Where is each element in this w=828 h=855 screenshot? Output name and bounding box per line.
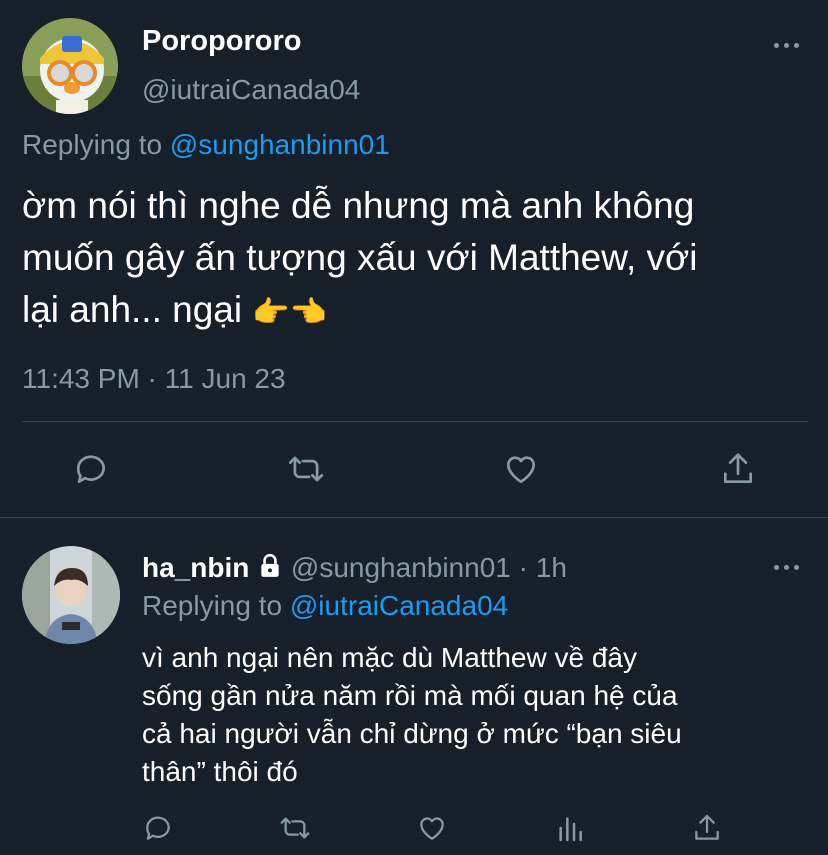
tweet-text-line: ờm nói thì nghe dễ nhưng mà anh không <box>22 185 695 226</box>
reply-replying-to-line: Replying to @iutraiCanada04 <box>142 589 508 623</box>
replying-to-label: Replying to <box>22 129 163 160</box>
tweet-text-line: muốn gây ấn tượng xấu với Matthew, với <box>22 237 698 278</box>
replying-to-line: Replying to @sunghanbinn01 <box>22 128 390 162</box>
pointing-fingers-emoji: 👉👈 <box>252 296 328 329</box>
tweet-timestamp[interactable]: 11:43 PM · 11 Jun 23 <box>22 362 286 396</box>
reply-text-line: sống gần nửa năm rồi mà mối quan hệ của <box>142 680 678 711</box>
reply-text-line: cả hai người vẫn chỉ dừng ở mức “bạn siê… <box>142 718 682 749</box>
retweet-icon[interactable] <box>278 812 312 844</box>
author-handle[interactable]: @iutraiCanada04 <box>142 73 360 107</box>
reply-icon[interactable] <box>72 450 110 488</box>
tweet-text: ờm nói thì nghe dễ nhưng mà anh không mu… <box>22 180 822 339</box>
reply-text-line: thân” thôi đó <box>142 756 298 787</box>
like-icon[interactable] <box>415 812 449 844</box>
lock-icon <box>257 553 283 579</box>
reply-time[interactable]: · 1h <box>519 552 567 583</box>
share-icon[interactable] <box>718 450 758 488</box>
reply-text: vì anh ngại nên mặc dù Matthew về đây số… <box>142 639 822 791</box>
divider <box>22 421 808 422</box>
reply-author-avatar[interactable] <box>22 546 120 644</box>
replying-to-handle[interactable]: @iutraiCanada04 <box>290 590 508 621</box>
tweet-text-line-content: lại anh... ngại <box>22 289 243 330</box>
more-icon[interactable] <box>774 565 799 570</box>
analytics-icon[interactable] <box>553 812 587 844</box>
reply-author-name[interactable]: ha_nbin <box>142 552 249 583</box>
author-name[interactable]: Poropororo <box>142 24 302 58</box>
reply-author-handle[interactable]: @sunghanbinn01 <box>291 552 511 583</box>
divider <box>0 517 828 518</box>
share-icon[interactable] <box>690 812 724 844</box>
author-avatar[interactable] <box>22 18 118 114</box>
reply-text-line: vì anh ngại nên mặc dù Matthew về đây <box>142 642 637 673</box>
retweet-icon[interactable] <box>286 450 326 488</box>
reply-icon[interactable] <box>142 812 174 844</box>
replying-to-handle[interactable]: @sunghanbinn01 <box>170 129 390 160</box>
replying-to-label: Replying to <box>142 590 283 621</box>
reply-header: ha_nbin @sunghanbinn01 · 1h <box>142 551 567 585</box>
tweet-text-line: lại anh... ngại 👉👈 <box>22 284 822 339</box>
more-icon[interactable] <box>774 43 799 48</box>
like-icon[interactable] <box>501 450 541 488</box>
